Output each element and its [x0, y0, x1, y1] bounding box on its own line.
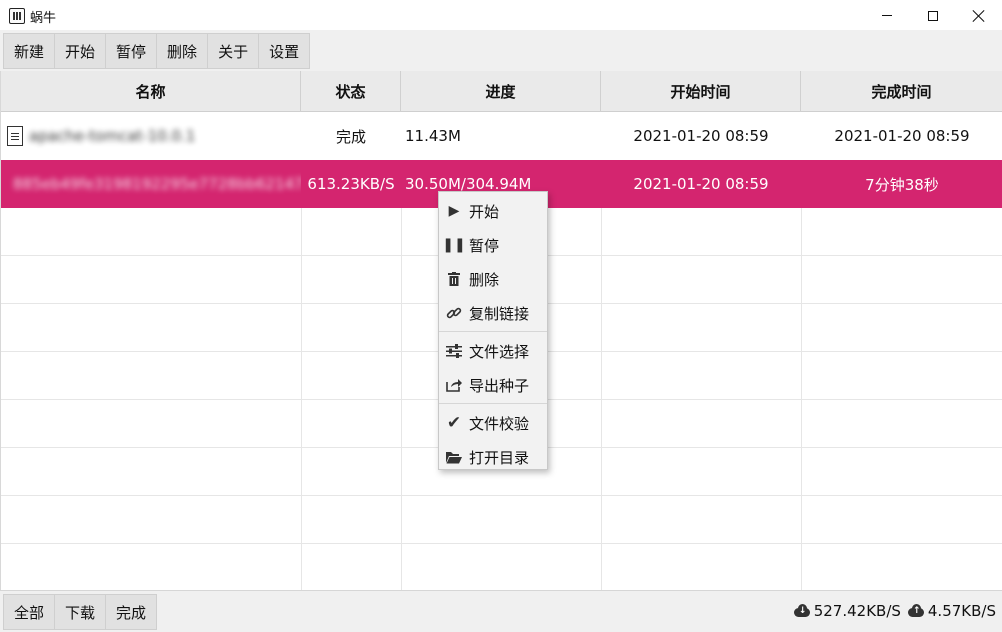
upload-speed: 4.57KB/S	[927, 602, 996, 620]
table-row[interactable]: apache-tomcat-10.0.1 完成 11.43M 2021-01-2…	[1, 112, 1002, 160]
folder-open-icon	[445, 448, 463, 466]
minimize-icon	[882, 15, 892, 16]
menu-item-copy-link[interactable]: 复制链接	[439, 296, 547, 330]
filter-downloading-button[interactable]: 下载	[54, 594, 107, 630]
task-status: 完成	[335, 127, 366, 146]
play-icon: ▶	[448, 203, 460, 219]
task-status: 613.23KB/S	[307, 175, 395, 193]
delete-button[interactable]: 删除	[156, 33, 209, 69]
column-header-finish-time[interactable]: 完成时间	[801, 71, 1002, 112]
menu-item-label: 打开目录	[469, 448, 530, 467]
task-start-time: 2021-01-20 08:59	[633, 175, 769, 193]
about-button[interactable]: 关于	[207, 33, 260, 69]
task-finish-time: 7分钟38秒	[865, 175, 939, 194]
window-title: 蜗牛	[30, 11, 57, 26]
maximize-icon	[928, 10, 938, 21]
context-menu: ▶ 开始 ❚❚ 暂停 删除 复制链接 文件选择 导出种子 ✔ 文件校验 打开目录	[438, 191, 548, 470]
maximize-button[interactable]	[910, 0, 956, 31]
toolbar: 新建 开始 暂停 删除 关于 设置	[0, 31, 1002, 71]
menu-item-pause[interactable]: ❚❚ 暂停	[439, 228, 547, 262]
task-name-cell: 885eb49fe3198192295e7728bb62147	[1, 160, 301, 208]
menu-item-export-torrent[interactable]: 导出种子	[439, 368, 547, 402]
start-button[interactable]: 开始	[54, 33, 107, 69]
menu-separator	[439, 403, 547, 404]
task-name-cell: apache-tomcat-10.0.1	[1, 112, 301, 160]
pause-icon: ❚❚	[442, 237, 466, 253]
menu-item-label: 导出种子	[469, 376, 530, 395]
file-icon	[7, 126, 23, 146]
new-button[interactable]: 新建	[3, 33, 56, 69]
close-button[interactable]	[956, 0, 1002, 31]
task-name: apache-tomcat-10.0.1	[29, 127, 196, 145]
pause-button[interactable]: 暂停	[105, 33, 158, 69]
sliders-icon	[445, 342, 463, 360]
menu-separator	[439, 331, 547, 332]
column-header-name[interactable]: 名称	[1, 71, 301, 112]
download-speed: 527.42KB/S	[813, 602, 901, 620]
menu-item-label: 文件选择	[469, 342, 530, 361]
column-header-start-time[interactable]: 开始时间	[601, 71, 801, 112]
title-bar: 蜗牛	[0, 0, 1002, 31]
export-icon	[445, 376, 463, 394]
filter-all-button[interactable]: 全部	[3, 594, 56, 630]
task-progress: 11.43M	[405, 127, 461, 145]
table-header: 名称 状态 进度 开始时间 完成时间	[1, 71, 1002, 112]
filter-completed-button[interactable]: 完成	[105, 594, 158, 630]
task-start-time: 2021-01-20 08:59	[633, 127, 769, 145]
menu-item-open-folder[interactable]: 打开目录	[439, 440, 547, 474]
close-icon	[973, 10, 985, 22]
app-logo-icon	[9, 8, 25, 24]
filter-buttons: 全部 下载 完成	[3, 594, 158, 630]
trash-icon	[445, 270, 463, 288]
cloud-download-icon: ↓	[793, 604, 811, 618]
minimize-button[interactable]	[864, 0, 910, 31]
settings-button[interactable]: 设置	[258, 33, 311, 69]
menu-item-delete[interactable]: 删除	[439, 262, 547, 296]
menu-item-verify-file[interactable]: ✔ 文件校验	[439, 406, 547, 440]
menu-item-label: 开始	[469, 202, 500, 221]
status-bar: 全部 下载 完成 ↓ 527.42KB/S ↑ 4.57KB/S	[0, 590, 1002, 632]
menu-item-label: 复制链接	[469, 304, 530, 323]
link-icon	[445, 304, 463, 322]
column-header-status[interactable]: 状态	[301, 71, 401, 112]
menu-item-label: 删除	[469, 270, 500, 289]
menu-item-start[interactable]: ▶ 开始	[439, 194, 547, 228]
menu-item-file-select[interactable]: 文件选择	[439, 334, 547, 368]
menu-item-label: 文件校验	[469, 414, 530, 433]
task-name: 885eb49fe3198192295e7728bb62147	[13, 175, 301, 193]
column-header-progress[interactable]: 进度	[401, 71, 601, 112]
speed-indicator: ↓ 527.42KB/S ↑ 4.57KB/S	[793, 602, 996, 620]
check-icon: ✔	[446, 413, 462, 433]
cloud-upload-icon: ↑	[907, 604, 925, 618]
task-finish-time: 2021-01-20 08:59	[834, 127, 970, 145]
menu-item-label: 暂停	[469, 236, 500, 255]
